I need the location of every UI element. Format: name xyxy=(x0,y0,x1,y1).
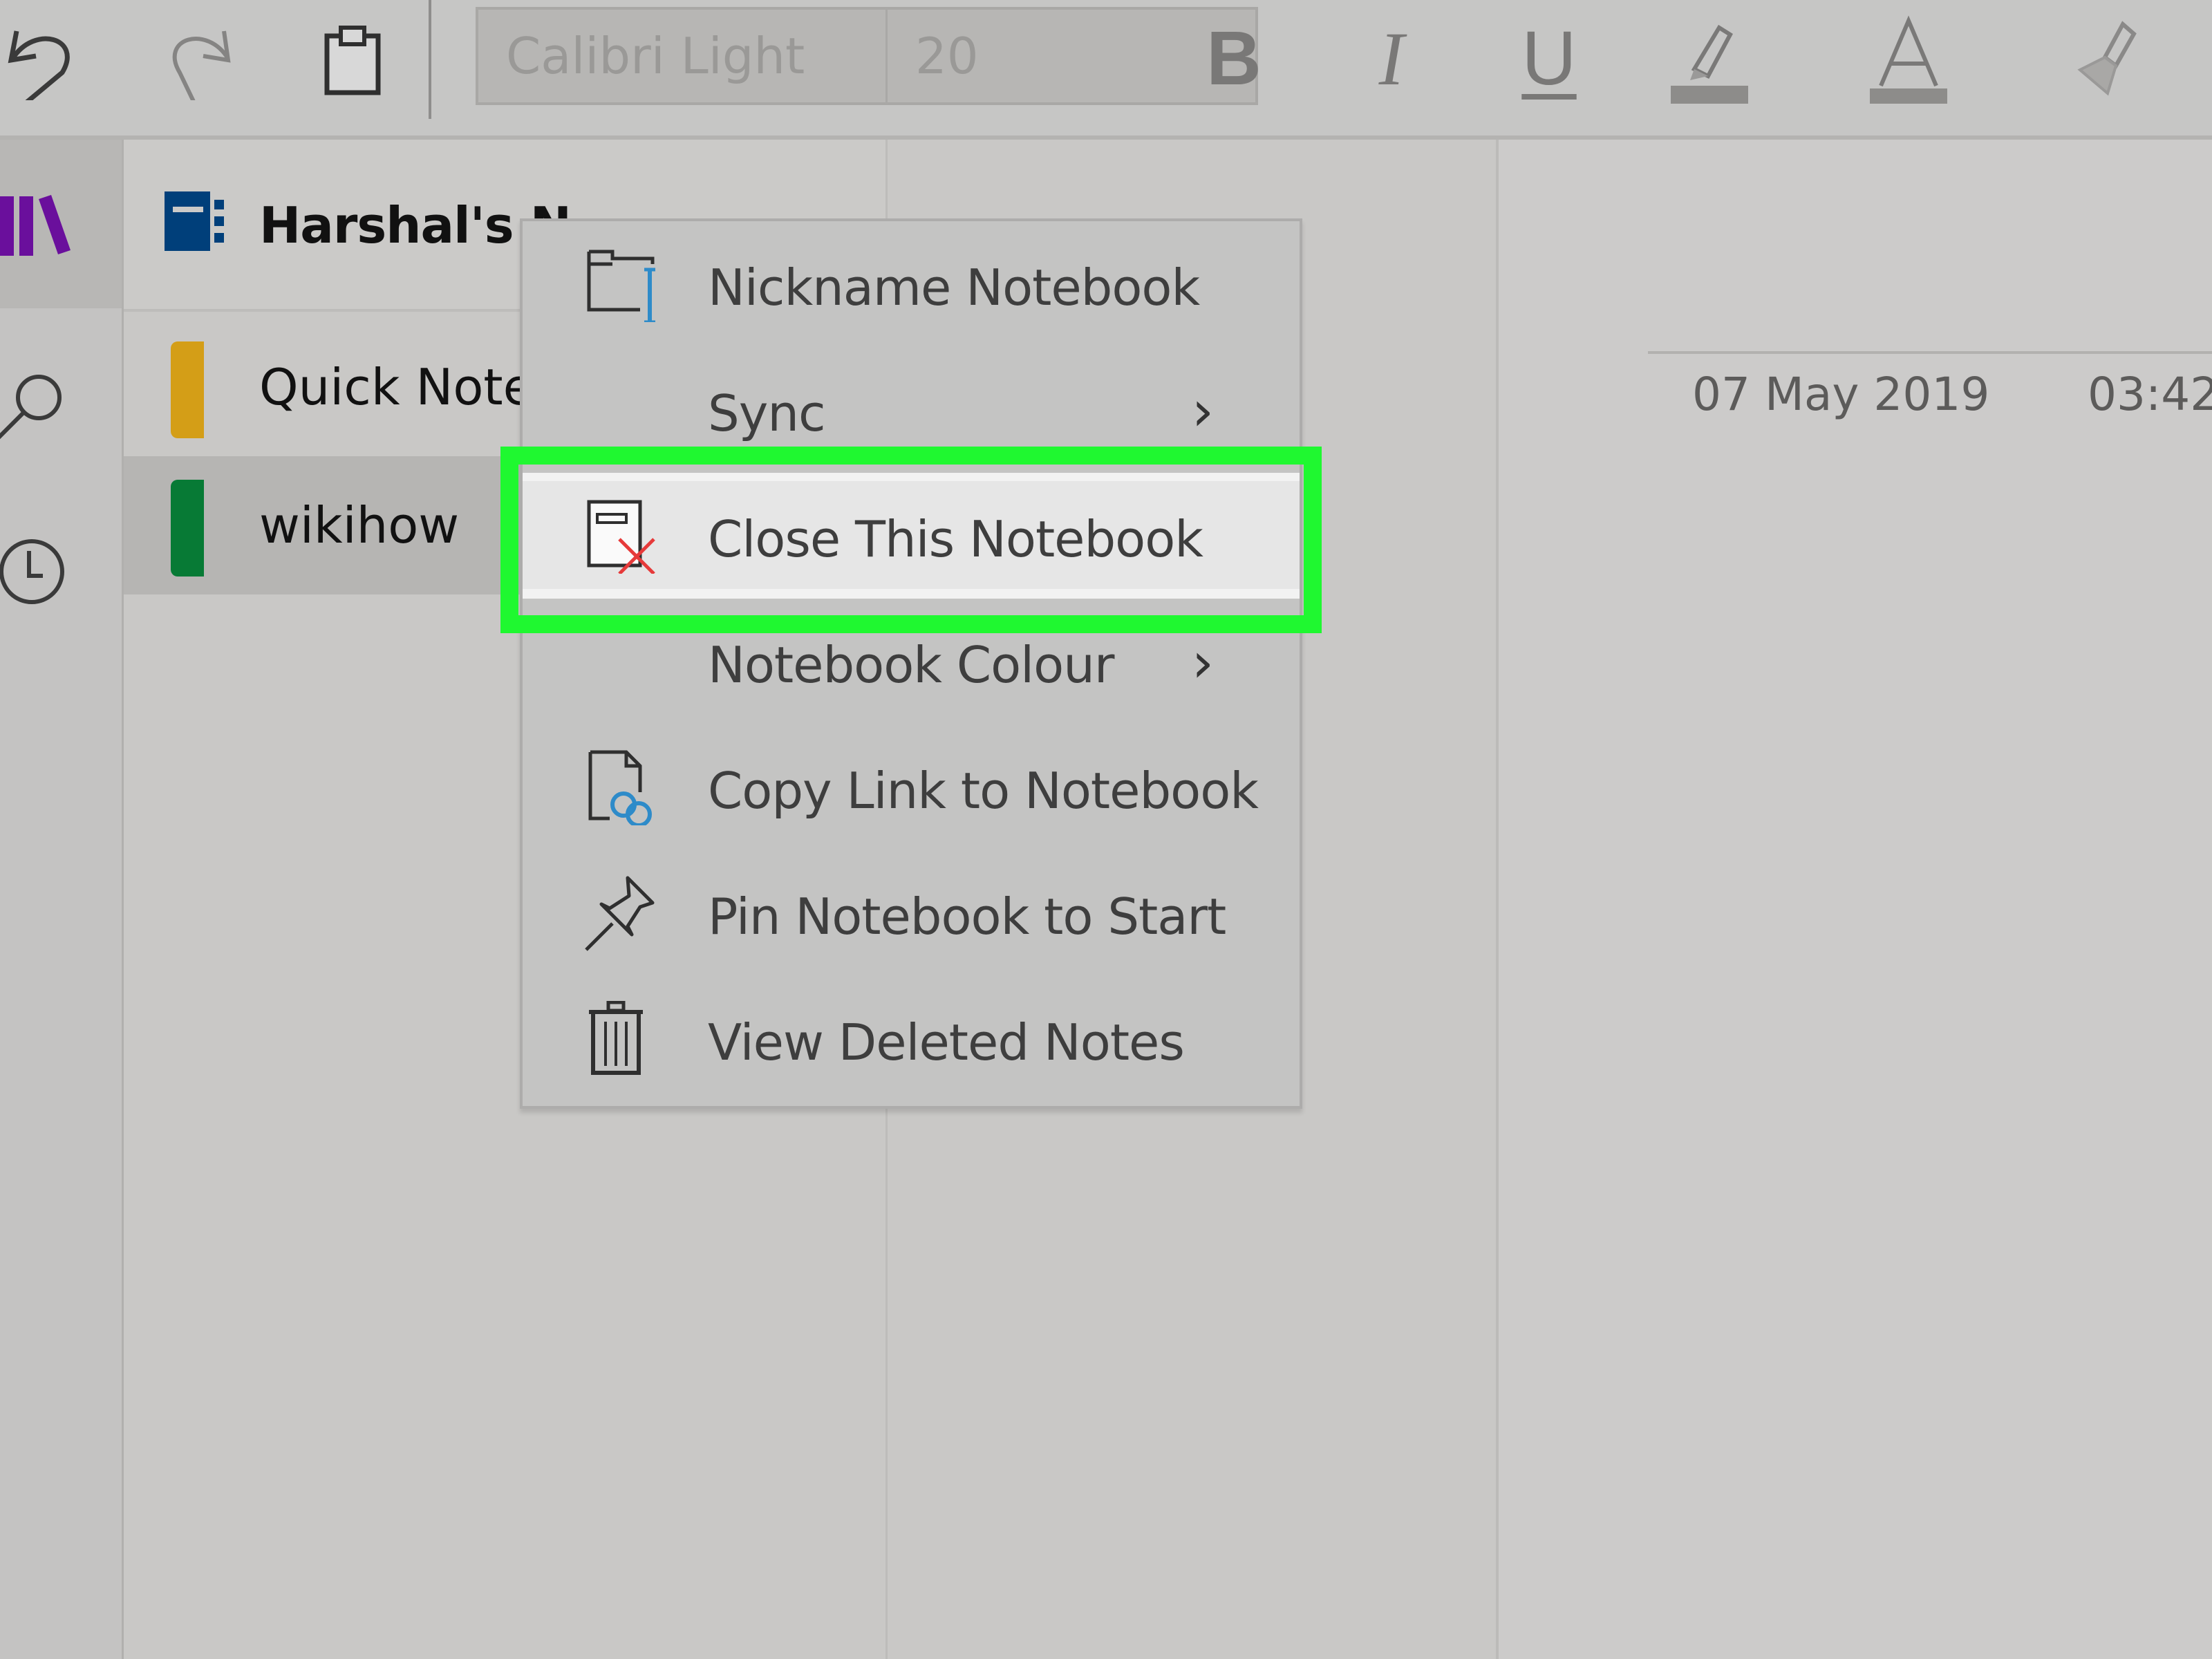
close-notebook-icon xyxy=(587,500,655,574)
section-color-tab xyxy=(171,341,204,438)
format-painter-button[interactable] xyxy=(2067,14,2157,104)
copy-link-icon xyxy=(588,750,652,825)
italic-button[interactable]: I xyxy=(1347,14,1436,104)
menu-item-label: Notebook Colour xyxy=(708,636,1114,694)
menu-item-notebook-colour[interactable]: Notebook Colour › xyxy=(523,599,1300,724)
menu-item-label: View Deleted Notes xyxy=(708,1013,1185,1071)
page-date: 07 May 2019 xyxy=(1692,368,1990,421)
format-painter-icon xyxy=(2077,21,2137,96)
rename-notebook-icon xyxy=(587,250,655,322)
notebook-context-menu: Nickname Notebook Sync › Close This Note… xyxy=(520,218,1302,1109)
toolbar: Calibri Light 20 B I U xyxy=(0,0,2212,140)
notebook-icon xyxy=(165,191,224,251)
font-color-icon xyxy=(1870,15,1947,104)
bold-button[interactable]: B xyxy=(1189,14,1279,104)
menu-item-pin-to-start[interactable]: Pin Notebook to Start xyxy=(523,850,1300,976)
page-canvas[interactable]: 07 May 2019 03:42 xyxy=(1499,140,2212,1659)
highlighter-icon xyxy=(1671,24,1748,104)
page-title-rule xyxy=(1648,351,2212,354)
font-color-button[interactable] xyxy=(1864,14,1953,104)
trash-icon xyxy=(589,1001,643,1075)
clipboard-icon xyxy=(324,26,381,95)
undo-icon xyxy=(8,30,70,100)
rail-item-notebooks[interactable] xyxy=(0,140,122,308)
redo-icon xyxy=(172,30,231,100)
chevron-right-icon: › xyxy=(1192,630,1214,695)
toolbar-separator xyxy=(429,0,431,119)
menu-item-label: Copy Link to Notebook xyxy=(708,762,1259,820)
menu-item-label: Close This Notebook xyxy=(708,510,1203,568)
menu-item-close-this-notebook[interactable]: Close This Notebook xyxy=(523,473,1300,599)
nav-rail xyxy=(0,140,124,1659)
section-color-tab xyxy=(171,480,204,577)
undo-button[interactable] xyxy=(0,14,90,104)
italic-icon: I xyxy=(1378,17,1405,101)
underline-button[interactable]: U xyxy=(1504,14,1594,104)
rail-item-search[interactable] xyxy=(0,347,122,465)
highlight-button[interactable] xyxy=(1663,14,1753,104)
menu-item-view-deleted-notes[interactable]: View Deleted Notes xyxy=(523,976,1300,1102)
paste-button[interactable] xyxy=(308,14,397,104)
rail-item-recent[interactable] xyxy=(0,513,122,630)
underline-icon: U xyxy=(1521,16,1577,101)
menu-item-sync[interactable]: Sync › xyxy=(523,347,1300,473)
section-label: wikihow xyxy=(259,496,460,554)
pin-icon xyxy=(585,876,655,951)
notebooks-icon xyxy=(0,195,71,256)
redo-button[interactable] xyxy=(152,14,242,104)
font-name-input[interactable]: Calibri Light xyxy=(478,10,888,102)
clock-icon xyxy=(0,539,64,604)
menu-item-label: Pin Notebook to Start xyxy=(708,888,1226,946)
menu-item-copy-link[interactable]: Copy Link to Notebook xyxy=(523,724,1300,850)
bold-icon: B xyxy=(1206,16,1262,101)
menu-item-nickname-notebook[interactable]: Nickname Notebook xyxy=(523,221,1300,347)
search-icon xyxy=(0,375,62,440)
section-label: Quick Note xyxy=(259,358,534,416)
font-picker: Calibri Light 20 xyxy=(476,7,1258,105)
chevron-right-icon: › xyxy=(1192,379,1214,443)
page-time: 03:42 xyxy=(2088,368,2212,421)
menu-item-label: Sync xyxy=(708,384,826,442)
menu-item-label: Nickname Notebook xyxy=(708,259,1200,317)
